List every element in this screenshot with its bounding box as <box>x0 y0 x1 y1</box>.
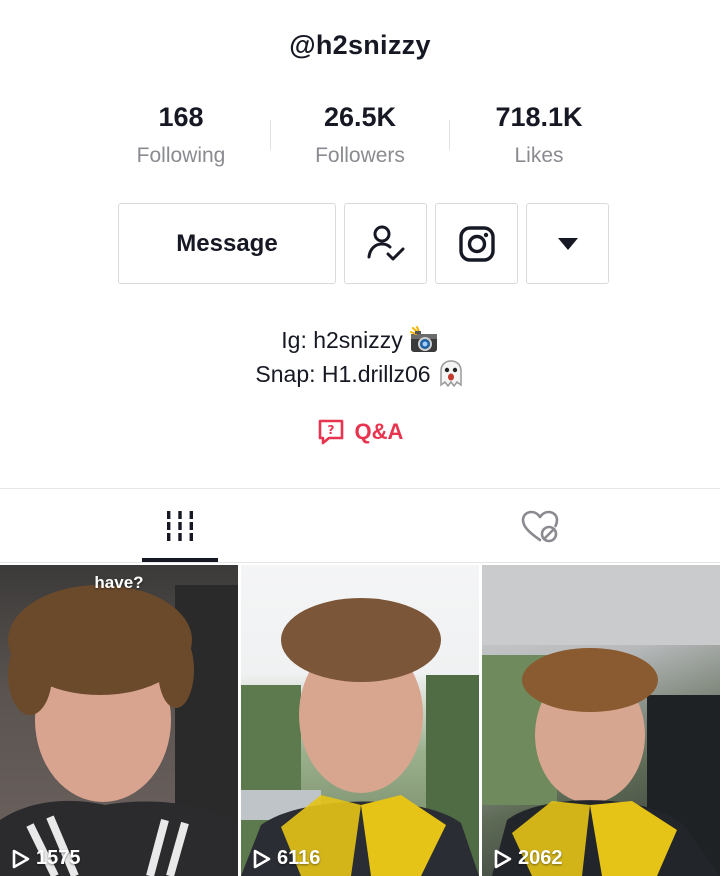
qa-label: Q&A <box>354 419 404 444</box>
caret-down-icon <box>557 237 578 250</box>
bio-snapchat-text: Snap: H1.drillz06 <box>255 361 431 387</box>
video-views-label: 2062 <box>518 847 563 869</box>
grid-icon <box>167 511 193 541</box>
message-button[interactable]: Message <box>118 203 336 284</box>
tabs-divider <box>0 562 720 563</box>
video-view-count: 2062 <box>494 847 563 870</box>
video-caption: have? <box>94 573 144 592</box>
tab-videos[interactable] <box>0 490 360 562</box>
profile-stats: 168 Following 26.5K Followers 718.1K Lik… <box>0 98 720 178</box>
bio-instagram-text: Ig: h2snizzy <box>281 327 403 353</box>
stat-following-value: 168 <box>158 102 204 132</box>
video-views-label: 1575 <box>36 847 81 869</box>
video-thumbnail[interactable]: 6116 <box>241 565 479 876</box>
following-status-button[interactable] <box>344 203 427 284</box>
bio-line-snapchat: Snap: H1.drillz06 <box>0 357 720 391</box>
camera-flash-icon <box>409 326 437 352</box>
profile-username: @h2snizzy <box>289 30 431 60</box>
bio-line-instagram: Ig: h2snizzy <box>0 323 720 357</box>
video-thumbnail-image <box>241 598 479 876</box>
stat-followers[interactable]: 26.5K Followers <box>270 98 450 174</box>
profile-bio: Ig: h2snizzy Snap: H1.drillz06 <box>0 323 720 391</box>
stat-followers-value: 26.5K <box>323 102 397 132</box>
stat-likes[interactable]: 718.1K Likes <box>449 98 629 174</box>
stat-following-label: Following <box>136 144 226 167</box>
instagram-button[interactable] <box>435 203 518 284</box>
tabs-divider <box>0 488 720 489</box>
hidden-heart-icon <box>521 510 559 543</box>
video-thumbnail-image <box>0 585 238 876</box>
qa-link[interactable]: ? Q&A <box>0 418 720 446</box>
stat-following[interactable]: 168 Following <box>91 98 271 174</box>
instagram-icon <box>458 225 495 262</box>
video-thumbnail[interactable]: have? 1575 <box>0 565 238 876</box>
user-check-icon <box>367 225 404 260</box>
ghost-icon <box>439 360 462 388</box>
tab-liked-videos[interactable] <box>360 490 720 562</box>
video-view-count: 6116 <box>253 847 320 870</box>
qa-icon: ? <box>318 419 343 445</box>
play-icon <box>253 849 271 868</box>
play-icon <box>494 849 512 868</box>
stat-likes-label: Likes <box>514 144 564 167</box>
more-options-button[interactable] <box>526 203 609 284</box>
stat-likes-value: 718.1K <box>495 102 583 132</box>
svg-text:?: ? <box>327 423 334 437</box>
video-views-label: 6116 <box>277 847 321 869</box>
video-thumbnail[interactable]: 2062 <box>482 565 720 876</box>
video-grid: have? 1575 6116 2062 <box>0 565 720 876</box>
play-icon <box>12 849 30 868</box>
video-view-count: 1575 <box>12 847 81 870</box>
video-thumbnail-image <box>482 565 720 876</box>
stat-followers-label: Followers <box>315 144 405 167</box>
